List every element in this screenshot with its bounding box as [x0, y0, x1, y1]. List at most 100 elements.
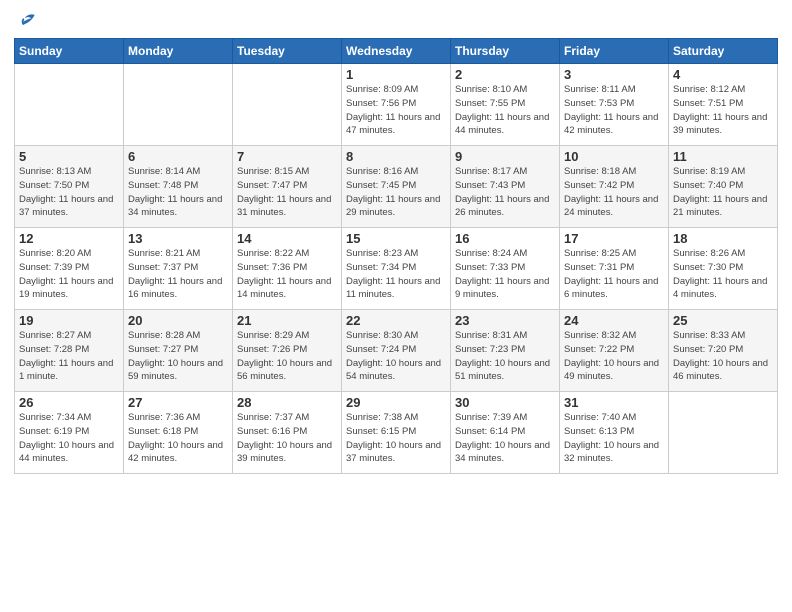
week-row-2: 12Sunrise: 8:20 AM Sunset: 7:39 PM Dayli… — [15, 228, 778, 310]
weekday-header-row: SundayMondayTuesdayWednesdayThursdayFrid… — [15, 39, 778, 64]
day-number: 29 — [346, 395, 446, 410]
day-number: 21 — [237, 313, 337, 328]
day-info: Sunrise: 7:39 AM Sunset: 6:14 PM Dayligh… — [455, 411, 555, 466]
day-info: Sunrise: 8:10 AM Sunset: 7:55 PM Dayligh… — [455, 83, 555, 138]
day-number: 18 — [673, 231, 773, 246]
day-info: Sunrise: 8:18 AM Sunset: 7:42 PM Dayligh… — [564, 165, 664, 220]
calendar-cell — [669, 392, 778, 474]
day-info: Sunrise: 8:19 AM Sunset: 7:40 PM Dayligh… — [673, 165, 773, 220]
day-info: Sunrise: 7:36 AM Sunset: 6:18 PM Dayligh… — [128, 411, 228, 466]
day-info: Sunrise: 8:25 AM Sunset: 7:31 PM Dayligh… — [564, 247, 664, 302]
calendar-cell: 5Sunrise: 8:13 AM Sunset: 7:50 PM Daylig… — [15, 146, 124, 228]
calendar-cell: 21Sunrise: 8:29 AM Sunset: 7:26 PM Dayli… — [233, 310, 342, 392]
day-info: Sunrise: 8:20 AM Sunset: 7:39 PM Dayligh… — [19, 247, 119, 302]
logo-bird-icon — [18, 10, 38, 30]
calendar-cell: 30Sunrise: 7:39 AM Sunset: 6:14 PM Dayli… — [451, 392, 560, 474]
calendar-cell: 16Sunrise: 8:24 AM Sunset: 7:33 PM Dayli… — [451, 228, 560, 310]
calendar-cell: 2Sunrise: 8:10 AM Sunset: 7:55 PM Daylig… — [451, 64, 560, 146]
day-info: Sunrise: 8:13 AM Sunset: 7:50 PM Dayligh… — [19, 165, 119, 220]
calendar-cell: 3Sunrise: 8:11 AM Sunset: 7:53 PM Daylig… — [560, 64, 669, 146]
header — [14, 10, 778, 30]
day-number: 22 — [346, 313, 446, 328]
day-info: Sunrise: 7:38 AM Sunset: 6:15 PM Dayligh… — [346, 411, 446, 466]
day-info: Sunrise: 8:15 AM Sunset: 7:47 PM Dayligh… — [237, 165, 337, 220]
calendar-cell: 22Sunrise: 8:30 AM Sunset: 7:24 PM Dayli… — [342, 310, 451, 392]
day-number: 3 — [564, 67, 664, 82]
day-number: 4 — [673, 67, 773, 82]
day-info: Sunrise: 8:30 AM Sunset: 7:24 PM Dayligh… — [346, 329, 446, 384]
day-number: 25 — [673, 313, 773, 328]
day-info: Sunrise: 8:33 AM Sunset: 7:20 PM Dayligh… — [673, 329, 773, 384]
weekday-header-saturday: Saturday — [669, 39, 778, 64]
calendar-cell: 9Sunrise: 8:17 AM Sunset: 7:43 PM Daylig… — [451, 146, 560, 228]
calendar-cell: 19Sunrise: 8:27 AM Sunset: 7:28 PM Dayli… — [15, 310, 124, 392]
calendar-cell: 6Sunrise: 8:14 AM Sunset: 7:48 PM Daylig… — [124, 146, 233, 228]
day-number: 26 — [19, 395, 119, 410]
day-info: Sunrise: 8:09 AM Sunset: 7:56 PM Dayligh… — [346, 83, 446, 138]
day-number: 10 — [564, 149, 664, 164]
week-row-3: 19Sunrise: 8:27 AM Sunset: 7:28 PM Dayli… — [15, 310, 778, 392]
day-info: Sunrise: 8:32 AM Sunset: 7:22 PM Dayligh… — [564, 329, 664, 384]
day-number: 7 — [237, 149, 337, 164]
day-number: 11 — [673, 149, 773, 164]
day-info: Sunrise: 8:12 AM Sunset: 7:51 PM Dayligh… — [673, 83, 773, 138]
calendar-table: SundayMondayTuesdayWednesdayThursdayFrid… — [14, 38, 778, 474]
week-row-4: 26Sunrise: 7:34 AM Sunset: 6:19 PM Dayli… — [15, 392, 778, 474]
day-info: Sunrise: 8:24 AM Sunset: 7:33 PM Dayligh… — [455, 247, 555, 302]
calendar-cell: 24Sunrise: 8:32 AM Sunset: 7:22 PM Dayli… — [560, 310, 669, 392]
day-number: 20 — [128, 313, 228, 328]
calendar-cell — [233, 64, 342, 146]
day-number: 16 — [455, 231, 555, 246]
day-number: 12 — [19, 231, 119, 246]
calendar-cell: 14Sunrise: 8:22 AM Sunset: 7:36 PM Dayli… — [233, 228, 342, 310]
day-number: 9 — [455, 149, 555, 164]
day-info: Sunrise: 7:34 AM Sunset: 6:19 PM Dayligh… — [19, 411, 119, 466]
calendar-cell: 10Sunrise: 8:18 AM Sunset: 7:42 PM Dayli… — [560, 146, 669, 228]
day-number: 28 — [237, 395, 337, 410]
week-row-1: 5Sunrise: 8:13 AM Sunset: 7:50 PM Daylig… — [15, 146, 778, 228]
day-number: 14 — [237, 231, 337, 246]
calendar-cell: 20Sunrise: 8:28 AM Sunset: 7:27 PM Dayli… — [124, 310, 233, 392]
page: SundayMondayTuesdayWednesdayThursdayFrid… — [0, 0, 792, 612]
day-number: 19 — [19, 313, 119, 328]
calendar-cell: 8Sunrise: 8:16 AM Sunset: 7:45 PM Daylig… — [342, 146, 451, 228]
weekday-header-tuesday: Tuesday — [233, 39, 342, 64]
calendar-cell: 4Sunrise: 8:12 AM Sunset: 7:51 PM Daylig… — [669, 64, 778, 146]
day-info: Sunrise: 8:31 AM Sunset: 7:23 PM Dayligh… — [455, 329, 555, 384]
day-number: 24 — [564, 313, 664, 328]
weekday-header-friday: Friday — [560, 39, 669, 64]
day-number: 1 — [346, 67, 446, 82]
day-info: Sunrise: 8:11 AM Sunset: 7:53 PM Dayligh… — [564, 83, 664, 138]
calendar-cell: 29Sunrise: 7:38 AM Sunset: 6:15 PM Dayli… — [342, 392, 451, 474]
calendar-cell: 15Sunrise: 8:23 AM Sunset: 7:34 PM Dayli… — [342, 228, 451, 310]
day-number: 27 — [128, 395, 228, 410]
calendar-cell: 13Sunrise: 8:21 AM Sunset: 7:37 PM Dayli… — [124, 228, 233, 310]
day-info: Sunrise: 8:23 AM Sunset: 7:34 PM Dayligh… — [346, 247, 446, 302]
day-number: 2 — [455, 67, 555, 82]
calendar-cell: 31Sunrise: 7:40 AM Sunset: 6:13 PM Dayli… — [560, 392, 669, 474]
day-info: Sunrise: 7:40 AM Sunset: 6:13 PM Dayligh… — [564, 411, 664, 466]
day-number: 31 — [564, 395, 664, 410]
day-number: 6 — [128, 149, 228, 164]
calendar-cell: 23Sunrise: 8:31 AM Sunset: 7:23 PM Dayli… — [451, 310, 560, 392]
day-info: Sunrise: 8:16 AM Sunset: 7:45 PM Dayligh… — [346, 165, 446, 220]
day-info: Sunrise: 8:17 AM Sunset: 7:43 PM Dayligh… — [455, 165, 555, 220]
calendar-cell: 1Sunrise: 8:09 AM Sunset: 7:56 PM Daylig… — [342, 64, 451, 146]
logo — [14, 10, 38, 30]
day-info: Sunrise: 8:22 AM Sunset: 7:36 PM Dayligh… — [237, 247, 337, 302]
day-info: Sunrise: 8:26 AM Sunset: 7:30 PM Dayligh… — [673, 247, 773, 302]
day-info: Sunrise: 8:14 AM Sunset: 7:48 PM Dayligh… — [128, 165, 228, 220]
day-number: 5 — [19, 149, 119, 164]
day-number: 17 — [564, 231, 664, 246]
calendar-cell: 28Sunrise: 7:37 AM Sunset: 6:16 PM Dayli… — [233, 392, 342, 474]
day-info: Sunrise: 8:27 AM Sunset: 7:28 PM Dayligh… — [19, 329, 119, 384]
day-info: Sunrise: 8:29 AM Sunset: 7:26 PM Dayligh… — [237, 329, 337, 384]
calendar-cell: 12Sunrise: 8:20 AM Sunset: 7:39 PM Dayli… — [15, 228, 124, 310]
weekday-header-wednesday: Wednesday — [342, 39, 451, 64]
calendar-cell: 18Sunrise: 8:26 AM Sunset: 7:30 PM Dayli… — [669, 228, 778, 310]
weekday-header-sunday: Sunday — [15, 39, 124, 64]
calendar-cell: 17Sunrise: 8:25 AM Sunset: 7:31 PM Dayli… — [560, 228, 669, 310]
week-row-0: 1Sunrise: 8:09 AM Sunset: 7:56 PM Daylig… — [15, 64, 778, 146]
day-number: 8 — [346, 149, 446, 164]
calendar-cell: 27Sunrise: 7:36 AM Sunset: 6:18 PM Dayli… — [124, 392, 233, 474]
